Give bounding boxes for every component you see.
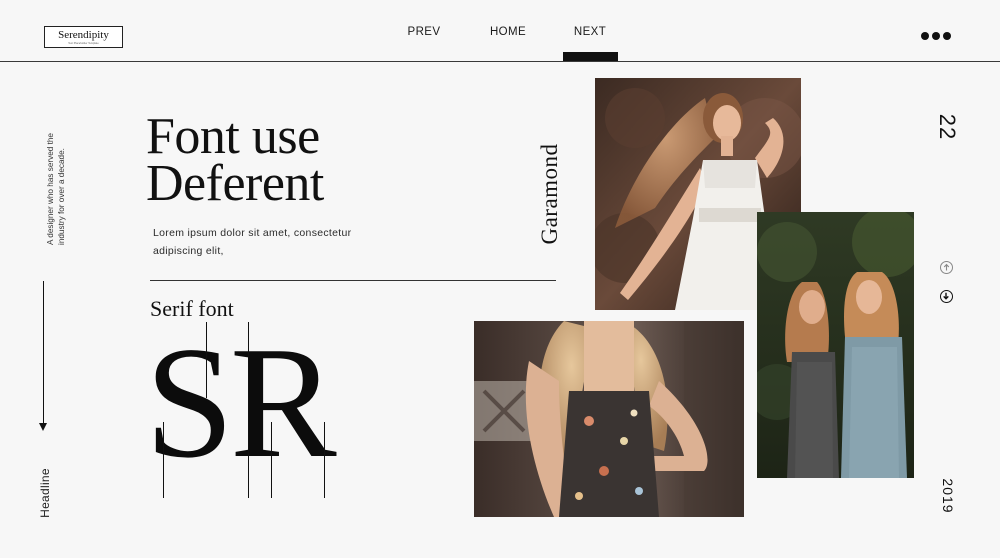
arrow-down-circle-icon[interactable] [940,290,953,303]
nav-active-indicator [563,52,618,61]
header-divider [0,61,1000,62]
photo-woman-floral-dress [474,321,744,517]
section-label-text: Headline [38,468,52,518]
page-number-text: 22 [935,113,960,141]
font-name-text: Garamond [537,143,562,245]
title-line-2: Deferent [146,155,324,212]
guide-line [206,322,207,398]
big-letter-specimen: SR [145,313,337,491]
nav-prev-link[interactable]: PREV [404,26,444,38]
arrow-down-icon [39,423,47,431]
guide-line [324,422,325,498]
nav-home-link[interactable]: HOME [486,26,530,38]
title-line-1: Font use [146,108,320,165]
nav-next-link[interactable]: NEXT [568,26,612,38]
guide-line [248,322,249,498]
logo-name: Serendipity [58,29,109,41]
brand-logo[interactable]: Serendipity Text Placeholder Template [44,26,123,48]
intro-paragraph: Lorem ipsum dolor sit amet, consectetur … [153,227,352,257]
content-divider [150,280,556,281]
guide-line [163,422,164,498]
guide-line [271,422,272,498]
page-title: Font use Deferent [146,108,324,212]
scroll-line [43,281,44,426]
logo-tagline: Text Placeholder Template [68,42,99,45]
more-dots-icon[interactable] [919,30,953,44]
side-blurb-text: A designer who has served the industry f… [46,133,66,245]
photo-two-women [757,212,914,478]
year-text: 2019 [940,478,956,514]
arrow-up-circle-icon[interactable] [940,261,953,274]
